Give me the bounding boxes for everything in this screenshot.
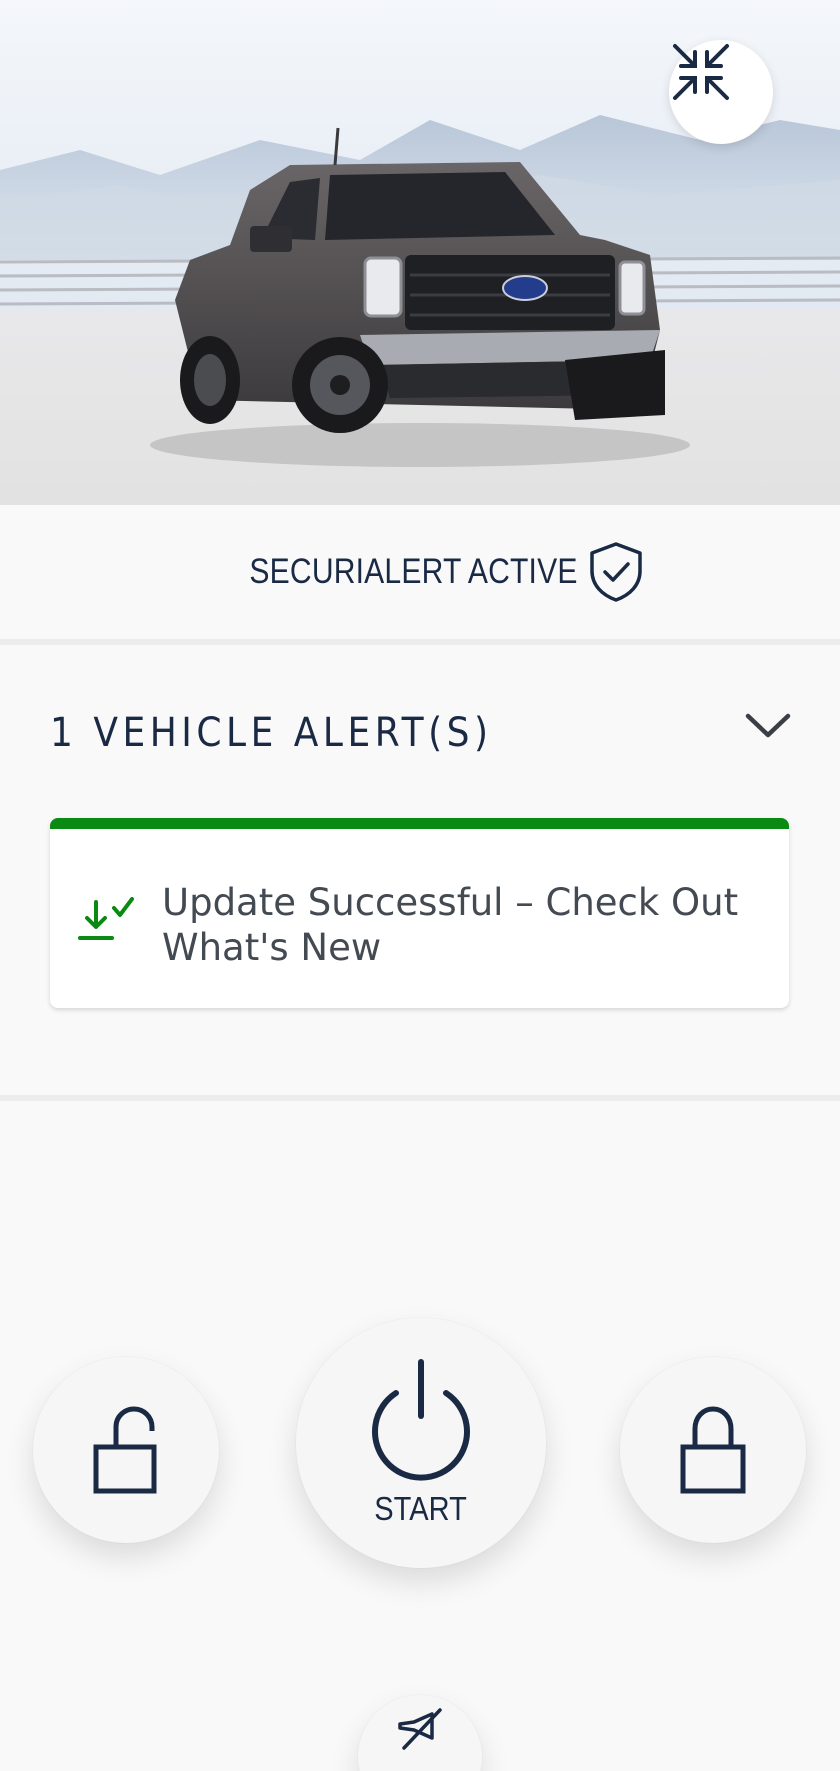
collapse-arrows-icon [673,44,729,100]
section-divider [0,1095,840,1101]
vehicle-hero [0,0,840,505]
unlock-icon [93,1406,157,1494]
alert-message: Update Successful – Check Out What's New [162,881,739,969]
lock-icon [680,1406,746,1494]
remote-start-button[interactable]: START [296,1318,546,1568]
alert-status-bar [50,818,789,829]
vehicle-alerts-header[interactable]: 1 VEHICLE ALERT(S) [0,650,840,810]
horn-lights-button[interactable] [358,1695,482,1771]
start-label: START [374,1490,468,1527]
chevron-down-icon[interactable] [744,710,792,740]
unlock-button[interactable] [33,1357,219,1543]
securialert-label: SECURIALERT ACTIVE [249,552,578,591]
shield-check-icon [590,542,642,602]
securialert-status[interactable]: SECURIALERT ACTIVE [0,505,840,645]
power-icon [372,1359,470,1481]
horn-off-icon [398,1708,442,1750]
vehicle-dashboard: SECURIALERT ACTIVE 1 VEHICLE ALERT(S) Up… [0,0,840,1771]
collapse-button[interactable] [669,40,773,144]
alert-card-update[interactable]: Update Successful – Check Out What's New [50,818,789,1008]
download-check-icon [78,897,134,940]
lock-button[interactable] [620,1357,806,1543]
vehicle-alerts-title: 1 VEHICLE ALERT(S) [50,710,493,756]
